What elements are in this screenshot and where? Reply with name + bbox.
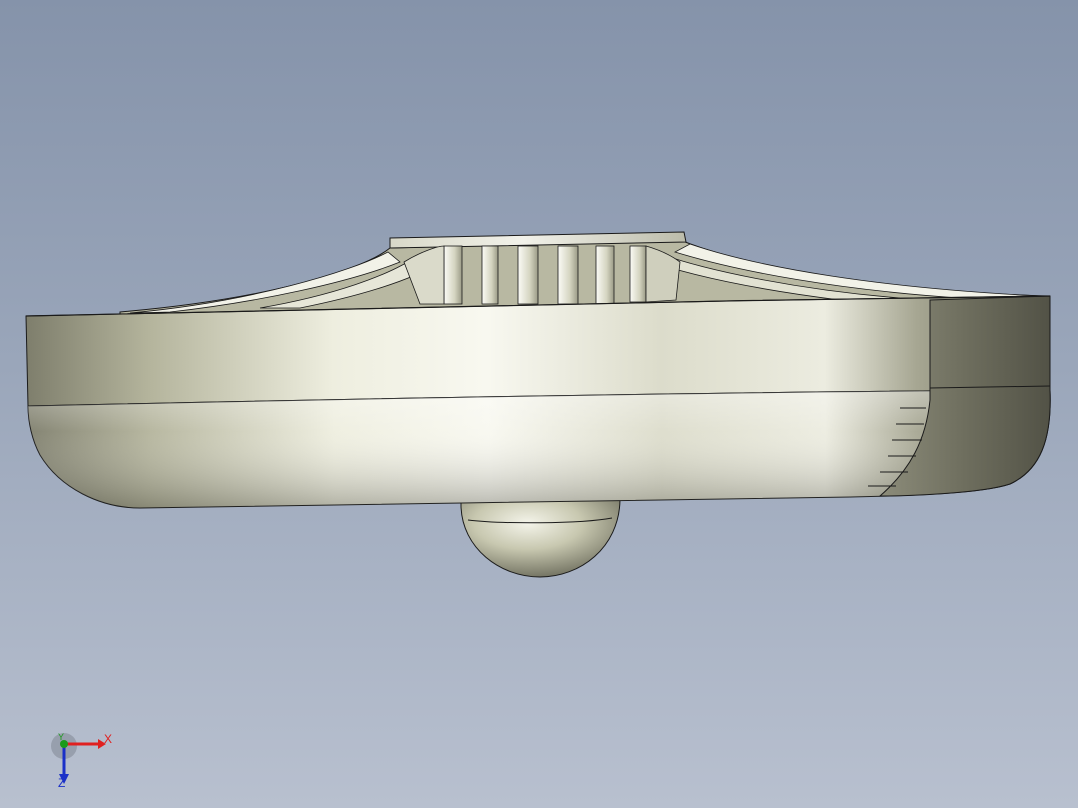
x-axis-label: X: [104, 732, 113, 746]
z-axis-label: Z: [58, 776, 66, 790]
3d-model[interactable]: [0, 0, 1078, 808]
bottom-dome: [460, 499, 621, 578]
y-axis-label: Y: [58, 732, 65, 742]
cad-viewport[interactable]: X Y Z: [0, 0, 1078, 808]
